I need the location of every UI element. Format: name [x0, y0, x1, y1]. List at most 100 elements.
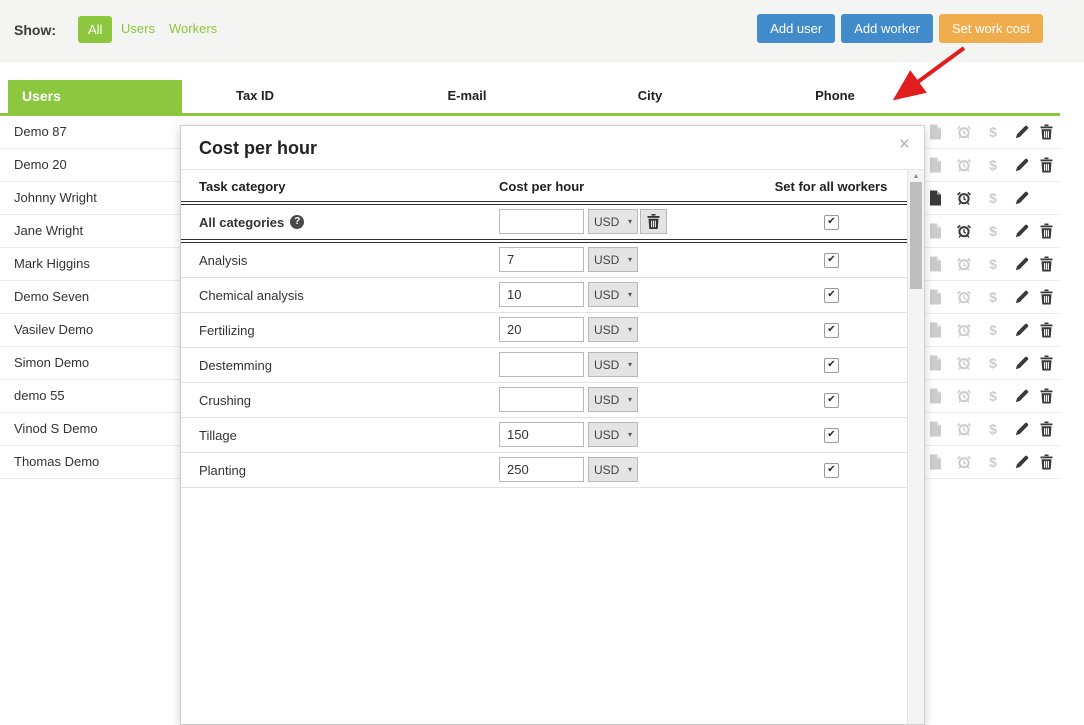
- alarm-clock-icon[interactable]: [954, 191, 974, 206]
- alarm-clock-icon[interactable]: [954, 356, 974, 371]
- currency-select[interactable]: USD ▾: [588, 282, 638, 307]
- scrollbar-thumb[interactable]: [910, 182, 922, 289]
- edit-icon[interactable]: [1012, 257, 1032, 271]
- cost-input[interactable]: [499, 247, 584, 272]
- scroll-up-icon[interactable]: ▲: [908, 173, 924, 180]
- clear-costs-button[interactable]: [640, 209, 667, 234]
- task-category-label: Analysis: [199, 253, 247, 268]
- alarm-clock-icon[interactable]: [954, 257, 974, 272]
- set-work-cost-button[interactable]: Set work cost: [939, 14, 1043, 43]
- document-icon[interactable]: [925, 455, 945, 470]
- delete-icon[interactable]: [1036, 290, 1056, 305]
- document-icon[interactable]: [925, 257, 945, 272]
- user-name: Demo Seven: [14, 289, 89, 304]
- currency-select[interactable]: USD ▾: [588, 352, 638, 377]
- cost-input[interactable]: [499, 209, 584, 234]
- dollar-icon[interactable]: $: [983, 190, 1003, 206]
- currency-select[interactable]: USD ▾: [588, 387, 638, 412]
- dollar-icon[interactable]: $: [983, 454, 1003, 470]
- document-icon[interactable]: [925, 125, 945, 140]
- edit-icon[interactable]: [1012, 290, 1032, 304]
- alarm-clock-icon[interactable]: [954, 455, 974, 470]
- delete-icon[interactable]: [1036, 158, 1056, 173]
- filter-all[interactable]: All: [78, 16, 112, 43]
- alarm-clock-icon[interactable]: [954, 125, 974, 140]
- cost-input[interactable]: [499, 457, 584, 482]
- edit-icon[interactable]: [1012, 422, 1032, 436]
- currency-select[interactable]: USD ▾: [588, 422, 638, 447]
- document-icon[interactable]: [925, 323, 945, 338]
- document-icon[interactable]: [925, 191, 945, 206]
- delete-icon[interactable]: [1036, 257, 1056, 272]
- set-for-all-checkbox[interactable]: ✔: [824, 288, 839, 303]
- filter-workers[interactable]: Workers: [169, 21, 217, 36]
- edit-icon[interactable]: [1012, 125, 1032, 139]
- add-user-button[interactable]: Add user: [757, 14, 835, 43]
- set-for-all-checkbox[interactable]: ✔: [824, 323, 839, 338]
- column-header-cost-per-hour: Cost per hour: [499, 179, 584, 194]
- dollar-icon[interactable]: $: [983, 289, 1003, 305]
- edit-icon[interactable]: [1012, 191, 1032, 205]
- dollar-icon[interactable]: $: [983, 388, 1003, 404]
- set-for-all-checkbox[interactable]: ✔: [824, 253, 839, 268]
- set-for-all-checkbox[interactable]: ✔: [824, 463, 839, 478]
- currency-select[interactable]: USD ▾: [588, 317, 638, 342]
- dollar-icon[interactable]: $: [983, 223, 1003, 239]
- document-icon[interactable]: [925, 290, 945, 305]
- column-header-tax-id: Tax ID: [236, 88, 274, 103]
- currency-select[interactable]: USD ▾: [588, 209, 638, 234]
- currency-select[interactable]: USD ▾: [588, 247, 638, 272]
- delete-icon[interactable]: [1036, 422, 1056, 437]
- delete-icon[interactable]: [1036, 323, 1056, 338]
- chevron-down-icon: ▾: [628, 325, 632, 334]
- modal-scrollbar[interactable]: ▲: [907, 170, 924, 724]
- cost-input[interactable]: [499, 352, 584, 377]
- delete-icon[interactable]: [1036, 125, 1056, 140]
- add-worker-button[interactable]: Add worker: [841, 14, 933, 43]
- alarm-clock-icon[interactable]: [954, 224, 974, 239]
- tab-users[interactable]: Users: [8, 80, 182, 113]
- dollar-icon[interactable]: $: [983, 355, 1003, 371]
- document-icon[interactable]: [925, 422, 945, 437]
- dollar-icon[interactable]: $: [983, 421, 1003, 437]
- document-icon[interactable]: [925, 224, 945, 239]
- document-icon[interactable]: [925, 389, 945, 404]
- modal-table-header: Task category Cost per hour Set for all …: [181, 170, 908, 205]
- edit-icon[interactable]: [1012, 389, 1032, 403]
- edit-icon[interactable]: [1012, 323, 1032, 337]
- dollar-icon[interactable]: $: [983, 124, 1003, 140]
- alarm-clock-icon[interactable]: [954, 323, 974, 338]
- cost-input[interactable]: [499, 317, 584, 342]
- currency-select[interactable]: USD ▾: [588, 457, 638, 482]
- user-name: Thomas Demo: [14, 454, 99, 469]
- dollar-icon[interactable]: $: [983, 157, 1003, 173]
- alarm-clock-icon[interactable]: [954, 389, 974, 404]
- alarm-clock-icon[interactable]: [954, 290, 974, 305]
- set-for-all-checkbox[interactable]: ✔: [824, 358, 839, 373]
- document-icon[interactable]: [925, 158, 945, 173]
- edit-icon[interactable]: [1012, 455, 1032, 469]
- task-category-label: Destemming: [199, 358, 272, 373]
- set-for-all-checkbox[interactable]: ✔: [824, 428, 839, 443]
- cost-input[interactable]: [499, 282, 584, 307]
- cost-input[interactable]: [499, 387, 584, 412]
- dollar-icon[interactable]: $: [983, 256, 1003, 272]
- delete-icon[interactable]: [1036, 356, 1056, 371]
- close-icon[interactable]: ×: [899, 134, 910, 156]
- delete-icon[interactable]: [1036, 389, 1056, 404]
- delete-icon[interactable]: [1036, 224, 1056, 239]
- edit-icon[interactable]: [1012, 158, 1032, 172]
- filter-users[interactable]: Users: [121, 21, 155, 36]
- delete-icon[interactable]: [1036, 455, 1056, 470]
- alarm-clock-icon[interactable]: [954, 422, 974, 437]
- dollar-icon[interactable]: $: [983, 322, 1003, 338]
- modal-title: Cost per hour: [199, 138, 317, 159]
- edit-icon[interactable]: [1012, 356, 1032, 370]
- cost-input[interactable]: [499, 422, 584, 447]
- help-icon[interactable]: ?: [290, 215, 304, 229]
- document-icon[interactable]: [925, 356, 945, 371]
- alarm-clock-icon[interactable]: [954, 158, 974, 173]
- edit-icon[interactable]: [1012, 224, 1032, 238]
- set-for-all-checkbox[interactable]: ✔: [824, 215, 839, 230]
- set-for-all-checkbox[interactable]: ✔: [824, 393, 839, 408]
